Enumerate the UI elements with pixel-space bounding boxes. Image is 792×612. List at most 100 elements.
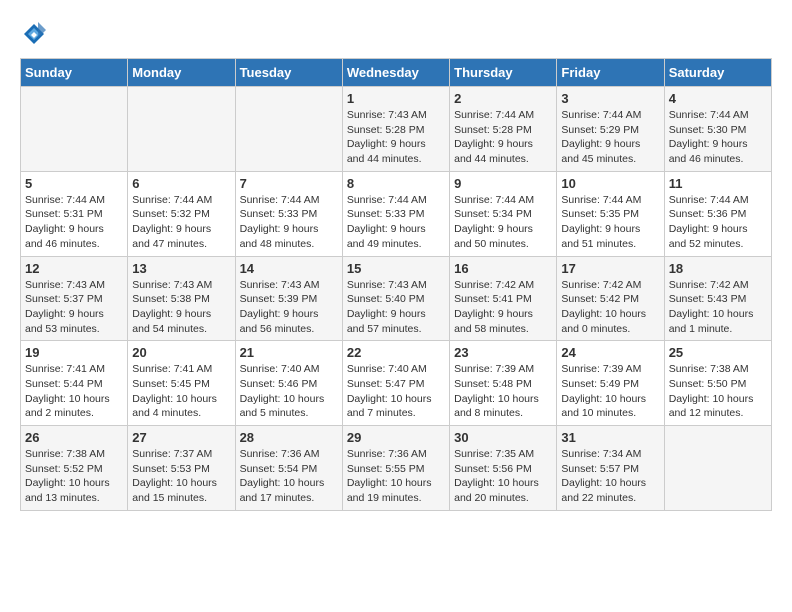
calendar-cell: 16 Sunrise: 7:42 AM Sunset: 5:41 PM Dayli… — [450, 256, 557, 341]
day-number: 26 — [25, 430, 123, 445]
day-number: 19 — [25, 345, 123, 360]
calendar-cell — [235, 87, 342, 172]
day-info: Sunrise: 7:36 AM Sunset: 5:55 PM Dayligh… — [347, 447, 445, 506]
day-number: 23 — [454, 345, 552, 360]
calendar-cell — [128, 87, 235, 172]
calendar-cell: 14 Sunrise: 7:43 AM Sunset: 5:39 PM Dayli… — [235, 256, 342, 341]
calendar-week-1: 1 Sunrise: 7:43 AM Sunset: 5:28 PM Daylig… — [21, 87, 772, 172]
calendar-cell: 19 Sunrise: 7:41 AM Sunset: 5:44 PM Dayli… — [21, 341, 128, 426]
column-header-saturday: Saturday — [664, 59, 771, 87]
calendar-cell: 7 Sunrise: 7:44 AM Sunset: 5:33 PM Daylig… — [235, 171, 342, 256]
calendar-cell: 24 Sunrise: 7:39 AM Sunset: 5:49 PM Dayli… — [557, 341, 664, 426]
day-info: Sunrise: 7:42 AM Sunset: 5:41 PM Dayligh… — [454, 278, 552, 337]
day-number: 6 — [132, 176, 230, 191]
calendar-cell: 6 Sunrise: 7:44 AM Sunset: 5:32 PM Daylig… — [128, 171, 235, 256]
day-info: Sunrise: 7:39 AM Sunset: 5:49 PM Dayligh… — [561, 362, 659, 421]
day-info: Sunrise: 7:43 AM Sunset: 5:28 PM Dayligh… — [347, 108, 445, 167]
day-info: Sunrise: 7:44 AM Sunset: 5:32 PM Dayligh… — [132, 193, 230, 252]
day-info: Sunrise: 7:44 AM Sunset: 5:36 PM Dayligh… — [669, 193, 767, 252]
calendar-cell: 22 Sunrise: 7:40 AM Sunset: 5:47 PM Dayli… — [342, 341, 449, 426]
calendar-week-4: 19 Sunrise: 7:41 AM Sunset: 5:44 PM Dayli… — [21, 341, 772, 426]
day-number: 13 — [132, 261, 230, 276]
day-info: Sunrise: 7:43 AM Sunset: 5:40 PM Dayligh… — [347, 278, 445, 337]
calendar-week-2: 5 Sunrise: 7:44 AM Sunset: 5:31 PM Daylig… — [21, 171, 772, 256]
day-info: Sunrise: 7:40 AM Sunset: 5:47 PM Dayligh… — [347, 362, 445, 421]
day-number: 7 — [240, 176, 338, 191]
calendar-cell: 26 Sunrise: 7:38 AM Sunset: 5:52 PM Dayli… — [21, 426, 128, 511]
page-header — [20, 20, 772, 48]
day-info: Sunrise: 7:41 AM Sunset: 5:44 PM Dayligh… — [25, 362, 123, 421]
day-number: 1 — [347, 91, 445, 106]
day-number: 5 — [25, 176, 123, 191]
day-info: Sunrise: 7:34 AM Sunset: 5:57 PM Dayligh… — [561, 447, 659, 506]
calendar-cell: 11 Sunrise: 7:44 AM Sunset: 5:36 PM Dayli… — [664, 171, 771, 256]
day-info: Sunrise: 7:43 AM Sunset: 5:39 PM Dayligh… — [240, 278, 338, 337]
day-info: Sunrise: 7:38 AM Sunset: 5:50 PM Dayligh… — [669, 362, 767, 421]
day-info: Sunrise: 7:44 AM Sunset: 5:31 PM Dayligh… — [25, 193, 123, 252]
calendar-cell: 4 Sunrise: 7:44 AM Sunset: 5:30 PM Daylig… — [664, 87, 771, 172]
day-number: 2 — [454, 91, 552, 106]
day-number: 8 — [347, 176, 445, 191]
column-header-wednesday: Wednesday — [342, 59, 449, 87]
day-number: 31 — [561, 430, 659, 445]
day-number: 4 — [669, 91, 767, 106]
day-info: Sunrise: 7:43 AM Sunset: 5:38 PM Dayligh… — [132, 278, 230, 337]
day-number: 28 — [240, 430, 338, 445]
calendar-cell — [664, 426, 771, 511]
calendar-cell: 2 Sunrise: 7:44 AM Sunset: 5:28 PM Daylig… — [450, 87, 557, 172]
calendar-cell: 31 Sunrise: 7:34 AM Sunset: 5:57 PM Dayli… — [557, 426, 664, 511]
day-number: 17 — [561, 261, 659, 276]
day-info: Sunrise: 7:41 AM Sunset: 5:45 PM Dayligh… — [132, 362, 230, 421]
calendar-cell: 30 Sunrise: 7:35 AM Sunset: 5:56 PM Dayli… — [450, 426, 557, 511]
day-number: 24 — [561, 345, 659, 360]
calendar-cell: 29 Sunrise: 7:36 AM Sunset: 5:55 PM Dayli… — [342, 426, 449, 511]
calendar-cell: 9 Sunrise: 7:44 AM Sunset: 5:34 PM Daylig… — [450, 171, 557, 256]
day-number: 29 — [347, 430, 445, 445]
column-header-friday: Friday — [557, 59, 664, 87]
calendar-cell: 25 Sunrise: 7:38 AM Sunset: 5:50 PM Dayli… — [664, 341, 771, 426]
day-info: Sunrise: 7:44 AM Sunset: 5:30 PM Dayligh… — [669, 108, 767, 167]
day-number: 14 — [240, 261, 338, 276]
column-header-thursday: Thursday — [450, 59, 557, 87]
day-number: 27 — [132, 430, 230, 445]
column-header-monday: Monday — [128, 59, 235, 87]
column-header-sunday: Sunday — [21, 59, 128, 87]
day-number: 30 — [454, 430, 552, 445]
day-number: 25 — [669, 345, 767, 360]
day-info: Sunrise: 7:35 AM Sunset: 5:56 PM Dayligh… — [454, 447, 552, 506]
day-number: 9 — [454, 176, 552, 191]
calendar-cell: 5 Sunrise: 7:44 AM Sunset: 5:31 PM Daylig… — [21, 171, 128, 256]
calendar-cell: 17 Sunrise: 7:42 AM Sunset: 5:42 PM Dayli… — [557, 256, 664, 341]
calendar-cell: 21 Sunrise: 7:40 AM Sunset: 5:46 PM Dayli… — [235, 341, 342, 426]
day-number: 10 — [561, 176, 659, 191]
calendar-cell: 23 Sunrise: 7:39 AM Sunset: 5:48 PM Dayli… — [450, 341, 557, 426]
day-info: Sunrise: 7:42 AM Sunset: 5:42 PM Dayligh… — [561, 278, 659, 337]
calendar-cell: 28 Sunrise: 7:36 AM Sunset: 5:54 PM Dayli… — [235, 426, 342, 511]
day-number: 11 — [669, 176, 767, 191]
day-info: Sunrise: 7:38 AM Sunset: 5:52 PM Dayligh… — [25, 447, 123, 506]
calendar-cell: 8 Sunrise: 7:44 AM Sunset: 5:33 PM Daylig… — [342, 171, 449, 256]
day-info: Sunrise: 7:44 AM Sunset: 5:33 PM Dayligh… — [240, 193, 338, 252]
calendar-cell: 15Sunrise: 7:43 AM Sunset: 5:40 PM Dayli… — [342, 256, 449, 341]
day-info: Sunrise: 7:37 AM Sunset: 5:53 PM Dayligh… — [132, 447, 230, 506]
day-number: 22 — [347, 345, 445, 360]
day-info: Sunrise: 7:44 AM Sunset: 5:28 PM Dayligh… — [454, 108, 552, 167]
logo — [20, 20, 52, 48]
calendar-cell: 20 Sunrise: 7:41 AM Sunset: 5:45 PM Dayli… — [128, 341, 235, 426]
day-info: Sunrise: 7:40 AM Sunset: 5:46 PM Dayligh… — [240, 362, 338, 421]
day-number: 12 — [25, 261, 123, 276]
day-info: Sunrise: 7:36 AM Sunset: 5:54 PM Dayligh… — [240, 447, 338, 506]
day-number: 3 — [561, 91, 659, 106]
day-info: Sunrise: 7:44 AM Sunset: 5:33 PM Dayligh… — [347, 193, 445, 252]
column-header-tuesday: Tuesday — [235, 59, 342, 87]
calendar-cell: 27 Sunrise: 7:37 AM Sunset: 5:53 PM Dayli… — [128, 426, 235, 511]
day-number: 21 — [240, 345, 338, 360]
day-number: 20 — [132, 345, 230, 360]
day-info: Sunrise: 7:44 AM Sunset: 5:29 PM Dayligh… — [561, 108, 659, 167]
day-info: Sunrise: 7:44 AM Sunset: 5:34 PM Dayligh… — [454, 193, 552, 252]
logo-icon — [20, 20, 48, 48]
calendar-cell — [21, 87, 128, 172]
day-number: 16 — [454, 261, 552, 276]
day-info: Sunrise: 7:39 AM Sunset: 5:48 PM Dayligh… — [454, 362, 552, 421]
day-number: 18 — [669, 261, 767, 276]
